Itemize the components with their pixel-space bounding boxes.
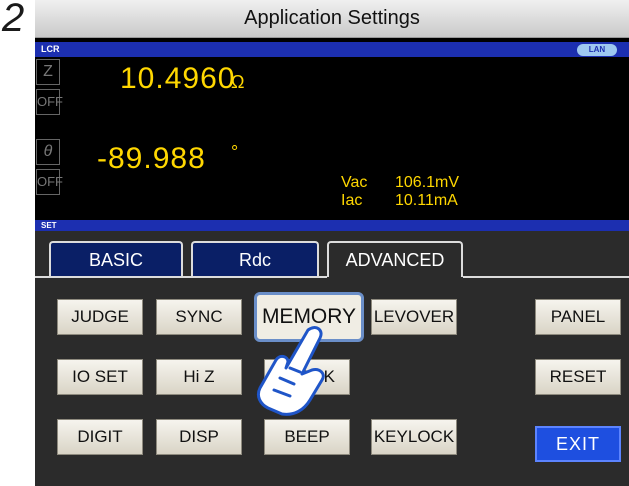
iac-label: Iac bbox=[341, 192, 363, 209]
digit-button[interactable]: DIGIT bbox=[57, 419, 143, 455]
io-set-button[interactable]: IO SET bbox=[57, 359, 143, 395]
iac-value: 10.11mA bbox=[395, 192, 458, 209]
param-1-range[interactable]: OFF bbox=[36, 89, 63, 115]
exit-button[interactable]: EXIT bbox=[535, 426, 621, 462]
vac-value: 106.1mV bbox=[395, 174, 460, 191]
param-1-box[interactable]: Z bbox=[36, 59, 60, 85]
pointing-hand-icon bbox=[256, 326, 325, 416]
window-title-text: Application Settings bbox=[244, 7, 420, 29]
tab-underline-right bbox=[463, 276, 629, 278]
z-reading: 10.4960 bbox=[120, 62, 236, 95]
disp-button[interactable]: DISP bbox=[156, 419, 242, 455]
levover-button[interactable]: LEVOVER bbox=[371, 299, 457, 335]
judge-button[interactable]: JUDGE bbox=[57, 299, 143, 335]
keylock-button[interactable]: KEYLOCK bbox=[371, 419, 457, 455]
tab-rdc[interactable]: Rdc bbox=[191, 241, 319, 277]
beep-button[interactable]: BEEP bbox=[264, 419, 350, 455]
tab-underline-left bbox=[35, 276, 327, 278]
step-number: 2 bbox=[2, 0, 25, 40]
tab-advanced[interactable]: ADVANCED bbox=[327, 241, 463, 277]
tab-basic[interactable]: BASIC bbox=[49, 241, 183, 277]
window-title: Application Settings bbox=[35, 0, 629, 38]
reset-button[interactable]: RESET bbox=[535, 359, 621, 395]
sync-button[interactable]: SYNC bbox=[156, 299, 242, 335]
param-2-box[interactable]: θ bbox=[36, 139, 60, 165]
hi-z-button[interactable]: Hi Z bbox=[156, 359, 242, 395]
lcr-header: LCR bbox=[35, 42, 629, 57]
param-2-range[interactable]: OFF bbox=[36, 169, 63, 195]
theta-unit: ° bbox=[231, 142, 239, 162]
vac-label: Vac bbox=[341, 174, 368, 191]
theta-reading: -89.988 bbox=[97, 142, 206, 175]
lan-badge: LAN bbox=[577, 44, 617, 56]
panel-button[interactable]: PANEL bbox=[535, 299, 621, 335]
z-unit: Ω bbox=[231, 72, 245, 92]
set-header: SET bbox=[35, 220, 629, 231]
